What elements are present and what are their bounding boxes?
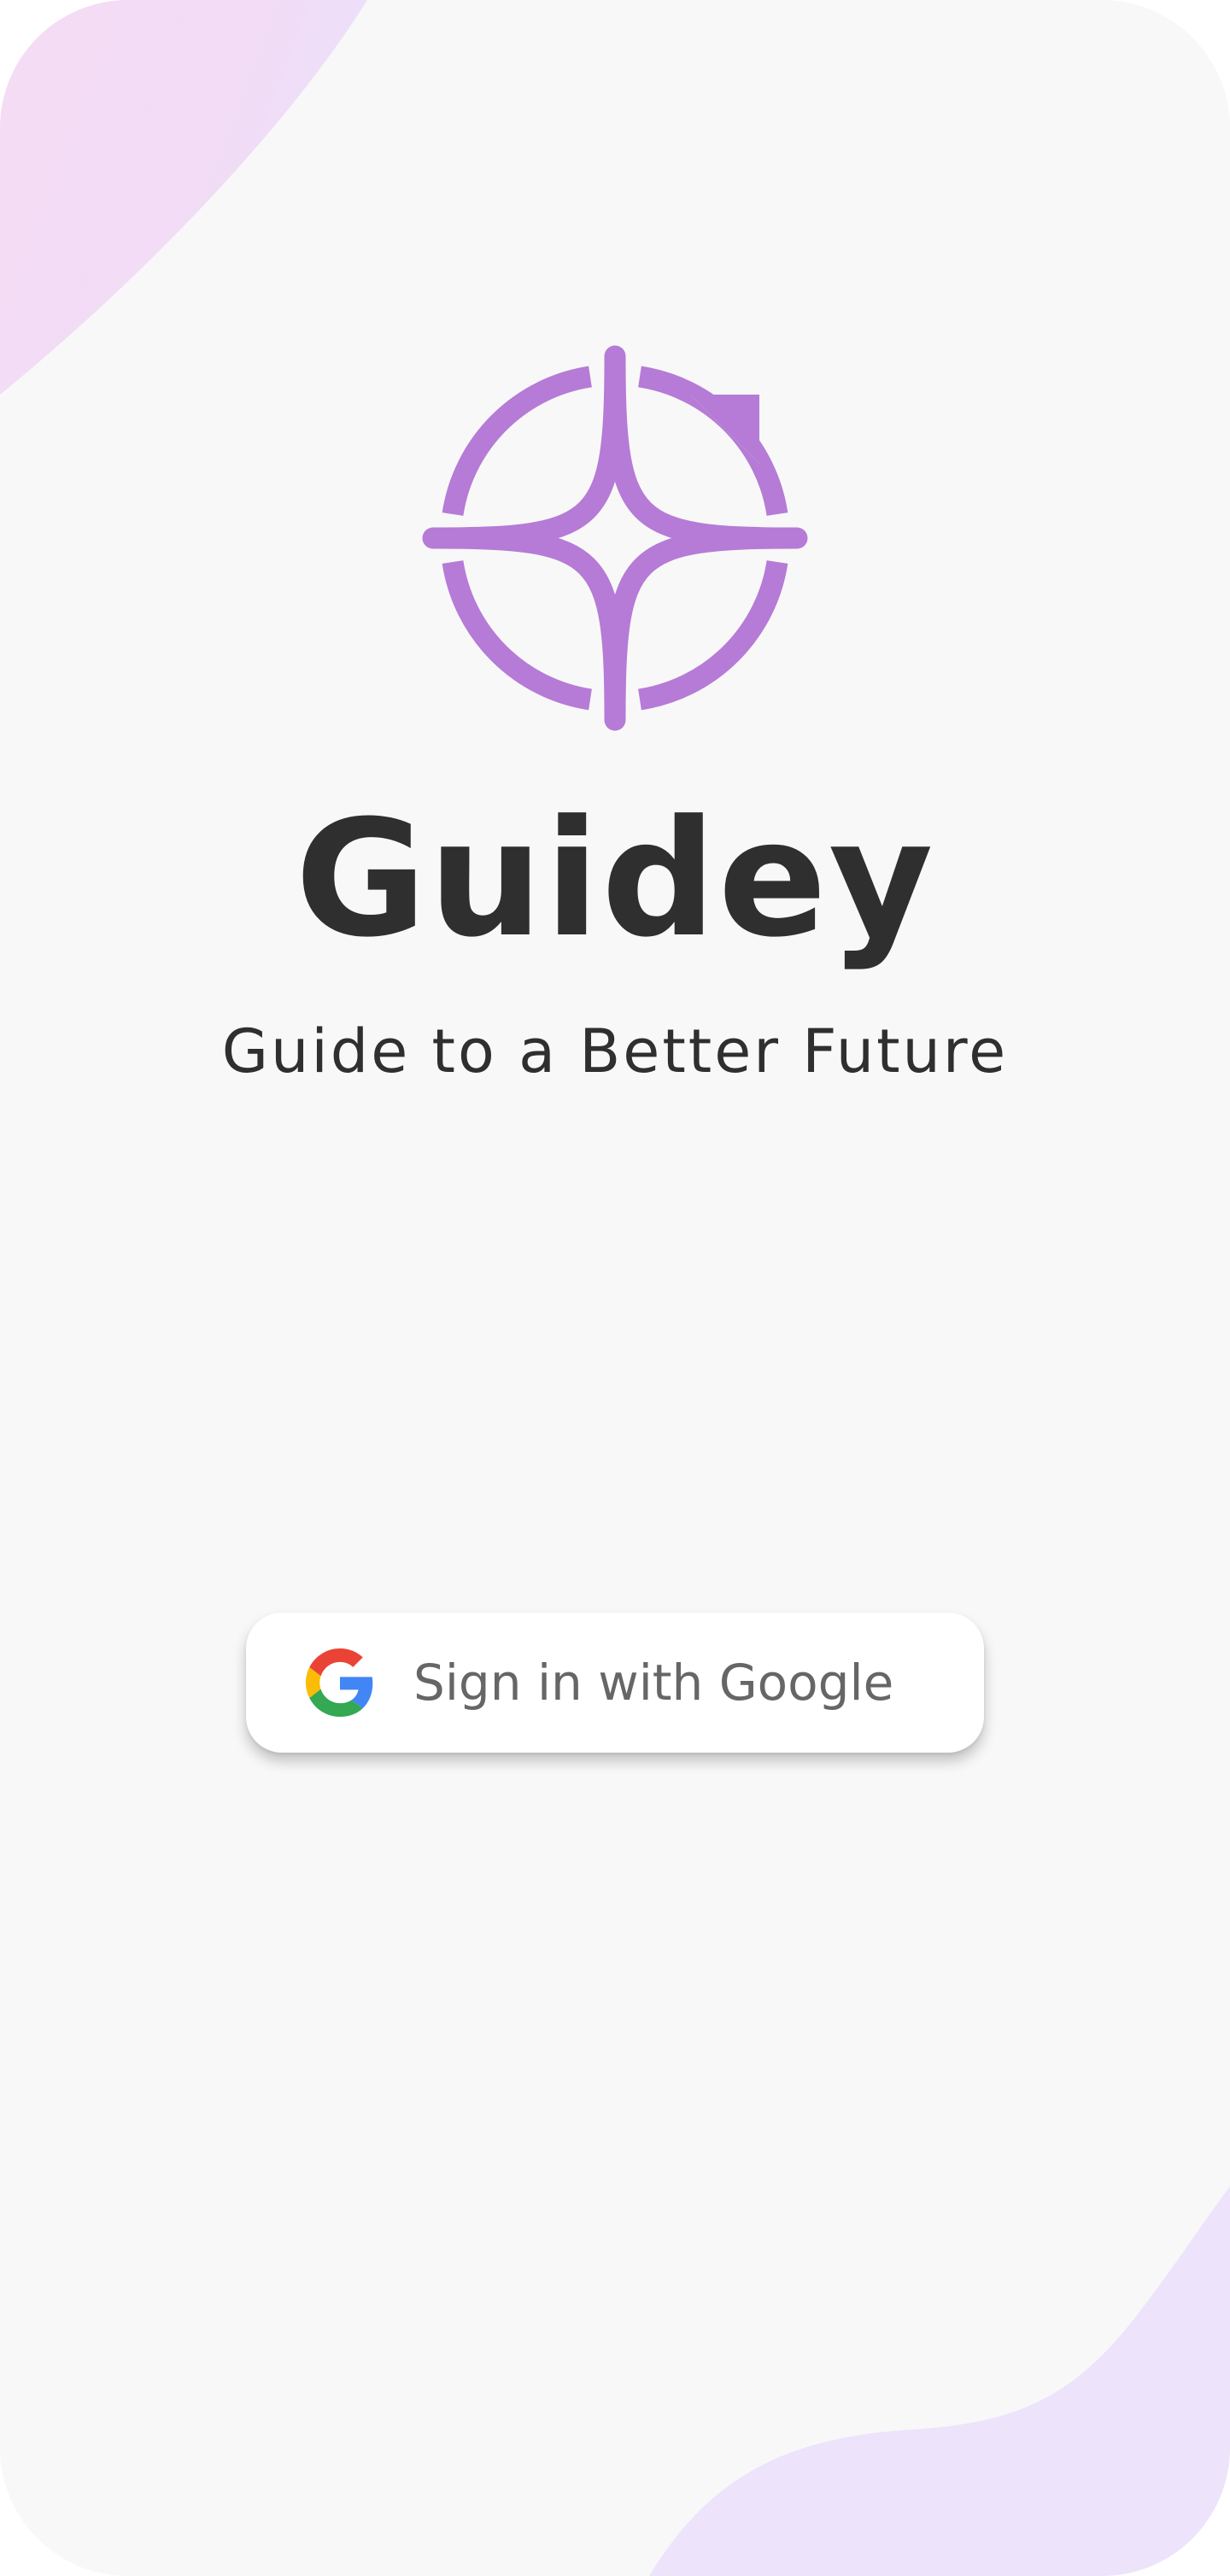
bottom-right-blob bbox=[649, 2187, 1230, 2576]
app-tagline: Guide to a Better Future bbox=[221, 1016, 1009, 1086]
google-signin-label: Sign in with Google bbox=[413, 1654, 894, 1712]
guidey-logo-icon bbox=[422, 345, 808, 731]
google-icon bbox=[306, 1648, 373, 1717]
app-title: Guidey bbox=[295, 786, 935, 973]
google-signin-button[interactable]: Sign in with Google bbox=[246, 1613, 984, 1753]
top-left-blob bbox=[0, 0, 367, 395]
splash-screen: Guidey Guide to a Better Future Sign in … bbox=[0, 0, 1230, 2576]
